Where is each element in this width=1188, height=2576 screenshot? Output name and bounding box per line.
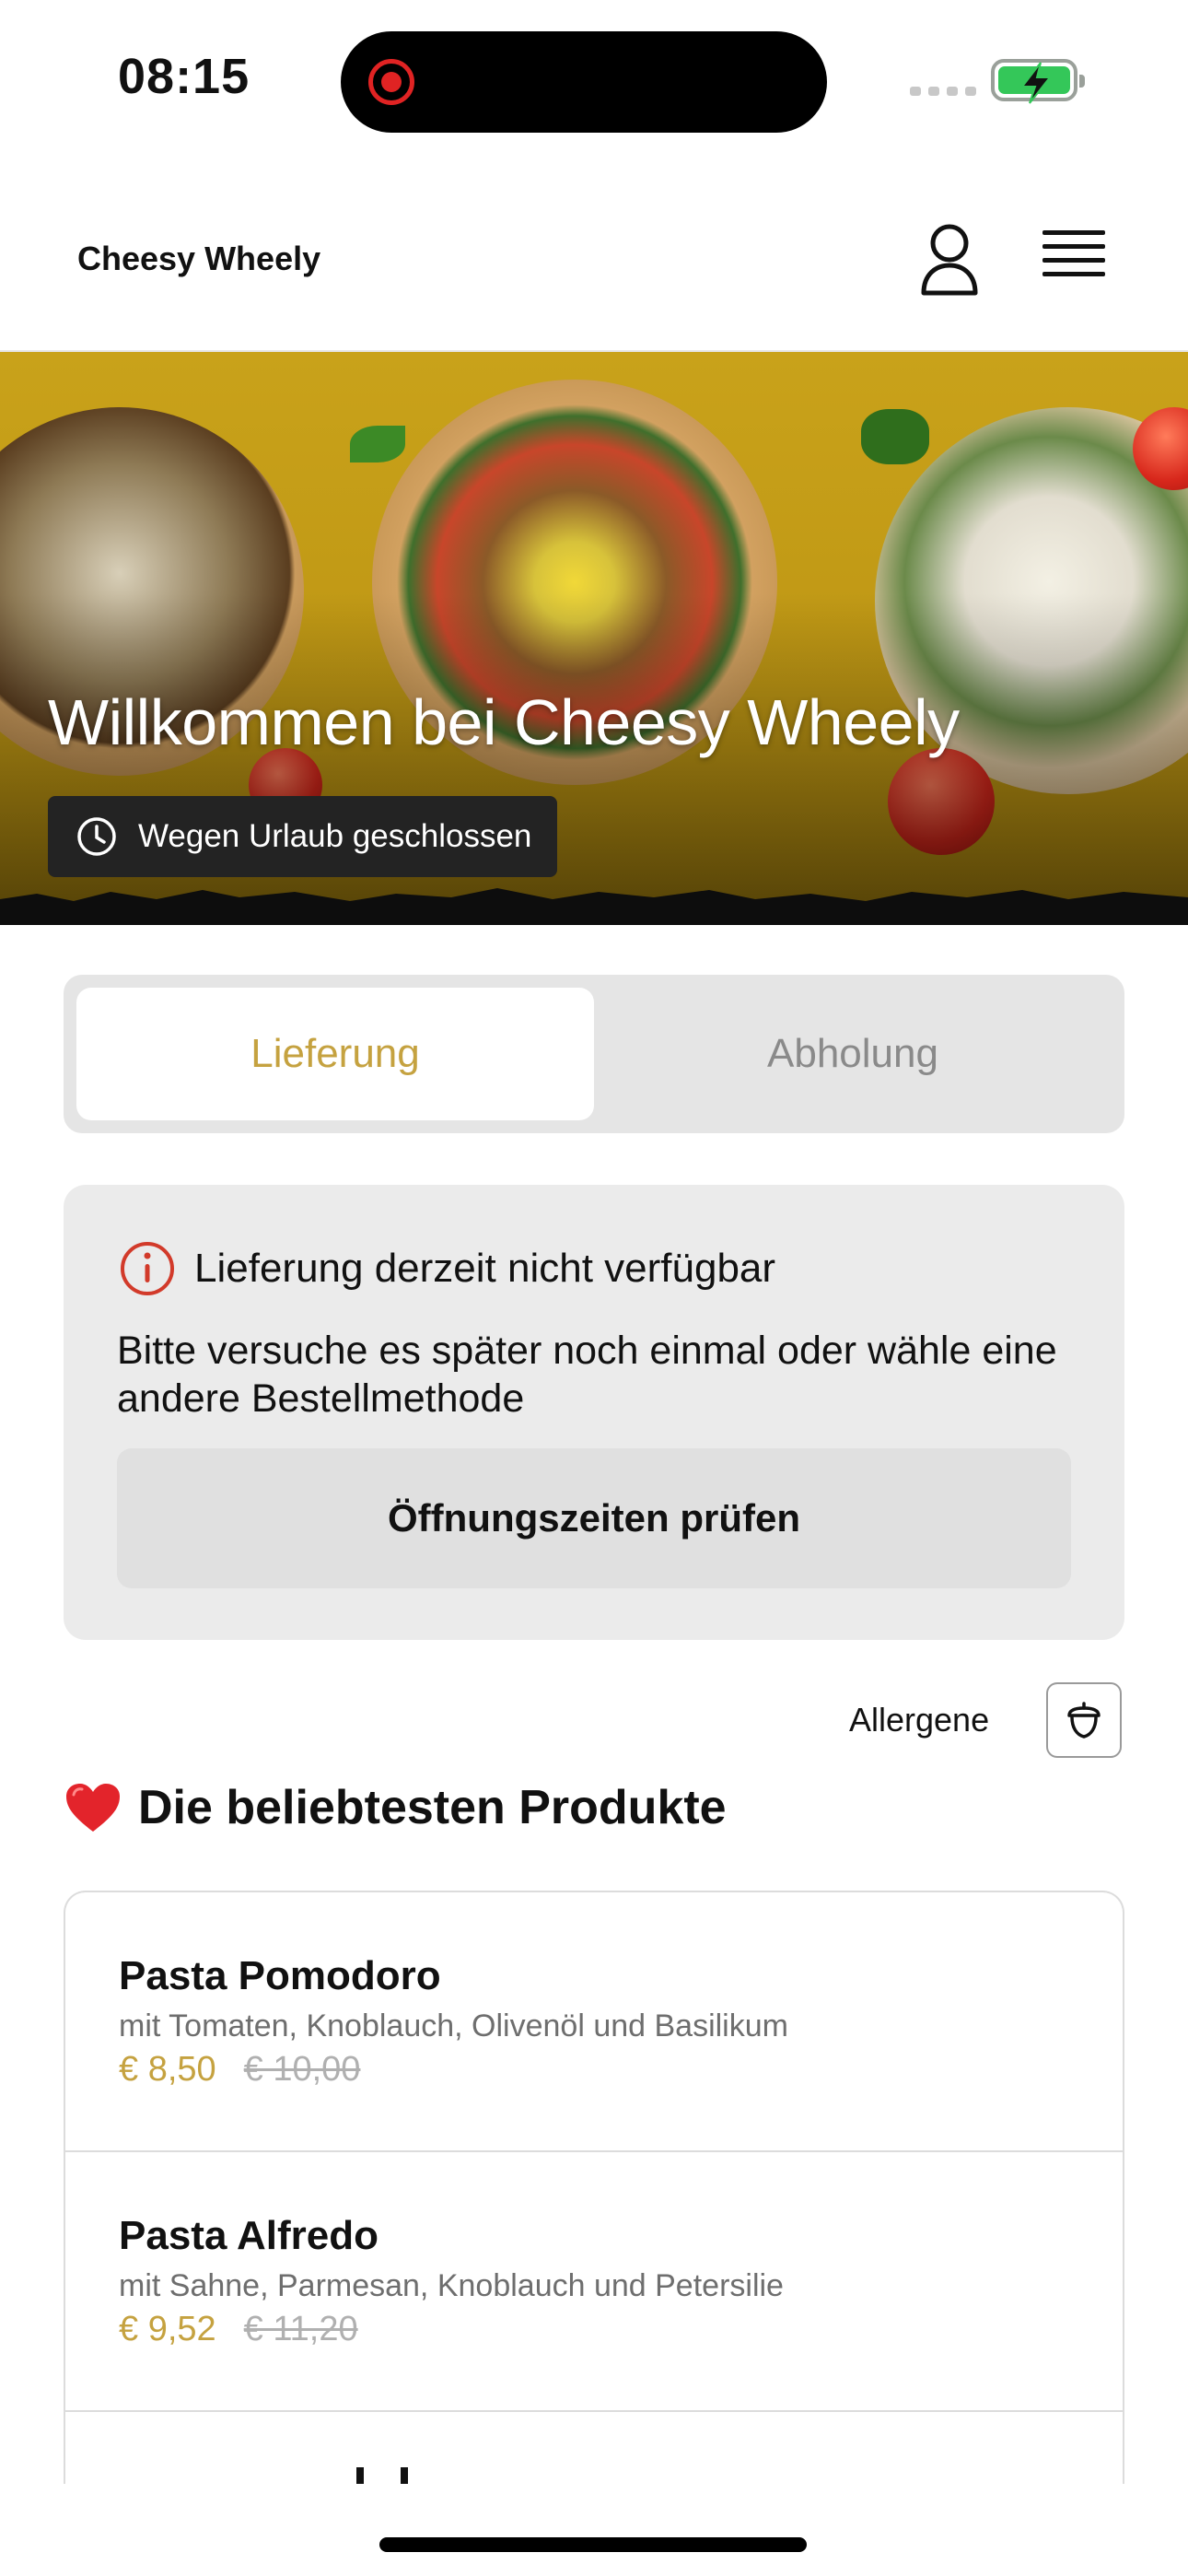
product-name: Pasta Pomodoro (119, 1953, 441, 1998)
app-header: Cheesy Wheely (0, 166, 1188, 352)
check-opening-hours-button[interactable]: Öffnungszeiten prüfen (117, 1448, 1071, 1588)
user-account-button[interactable] (919, 223, 980, 297)
hamburger-menu-icon (1042, 230, 1105, 276)
hamburger-menu-button[interactable] (1042, 230, 1105, 289)
product-description: mit Sahne, Parmesan, Knoblauch und Peter… (119, 2268, 784, 2303)
notice-text: Bitte versuche es später noch einmal ode… (117, 1329, 1057, 1421)
home-indicator[interactable] (379, 2537, 807, 2552)
tab-delivery[interactable]: Lieferung (76, 988, 594, 1120)
notice-title: Lieferung derzeit nicht verfügbar (194, 1246, 776, 1291)
hero-title: Willkommen bei Cheesy Wheely (48, 686, 960, 758)
order-method-tabs: Lieferung Abholung (64, 975, 1124, 1133)
battery-charging-icon (991, 59, 1085, 104)
clock-icon (77, 817, 116, 856)
product-old-price: € 11,20 (243, 2310, 358, 2348)
product-card[interactable]: Pasta Pomodoro mit Tomaten, Knoblauch, O… (65, 1892, 1123, 2152)
tab-pickup[interactable]: Abholung (594, 988, 1112, 1120)
product-old-price: € 10,00 (243, 2050, 361, 2089)
brand-name[interactable]: Cheesy Wheely (77, 240, 320, 278)
cellular-signal-icon (910, 87, 976, 96)
info-circle-icon (121, 1242, 174, 1295)
product-card[interactable]: Pasta Alfredo mit Sahne, Parmesan, Knobl… (65, 2152, 1123, 2412)
acorn-icon (1067, 1702, 1101, 1739)
product-name: Pasta Alfredo (119, 2213, 379, 2258)
herb-leaf-image (350, 426, 405, 463)
user-icon (921, 224, 978, 296)
section-title: Die beliebtesten Produkte (64, 1780, 727, 1835)
section-title-text: Die beliebtesten Produkte (138, 1781, 727, 1834)
product-description: mit Tomaten, Knoblauch, Olivenöl und Bas… (119, 2008, 788, 2043)
dynamic-island (341, 31, 827, 133)
allergens-label: Allergene (849, 1701, 990, 1739)
pepper-image (861, 409, 929, 464)
heart-icon (66, 1784, 120, 1832)
closed-status-text: Wegen Urlaub geschlossen (138, 818, 532, 854)
hero-banner: Willkommen bei Cheesy Wheely Wegen Urlau… (0, 352, 1188, 925)
charging-bolt-icon (1019, 62, 1053, 104)
torn-edge-divider (0, 888, 1188, 925)
product-price: € 9,52 (119, 2310, 216, 2348)
allergens-filter-button[interactable] (1046, 1682, 1122, 1758)
status-bar: 08:15 (0, 0, 1188, 166)
status-time: 08:15 (118, 49, 250, 104)
delivery-unavailable-notice: Lieferung derzeit nicht verfügbar Bitte … (64, 1185, 1124, 1640)
product-card-partial[interactable] (65, 2412, 1123, 2484)
product-price: € 8,50 (119, 2050, 216, 2089)
recording-indicator-icon (368, 59, 414, 105)
closed-status-badge: Wegen Urlaub geschlossen (48, 796, 558, 877)
popular-products-list: Pasta Pomodoro mit Tomaten, Knoblauch, O… (64, 1891, 1124, 2484)
